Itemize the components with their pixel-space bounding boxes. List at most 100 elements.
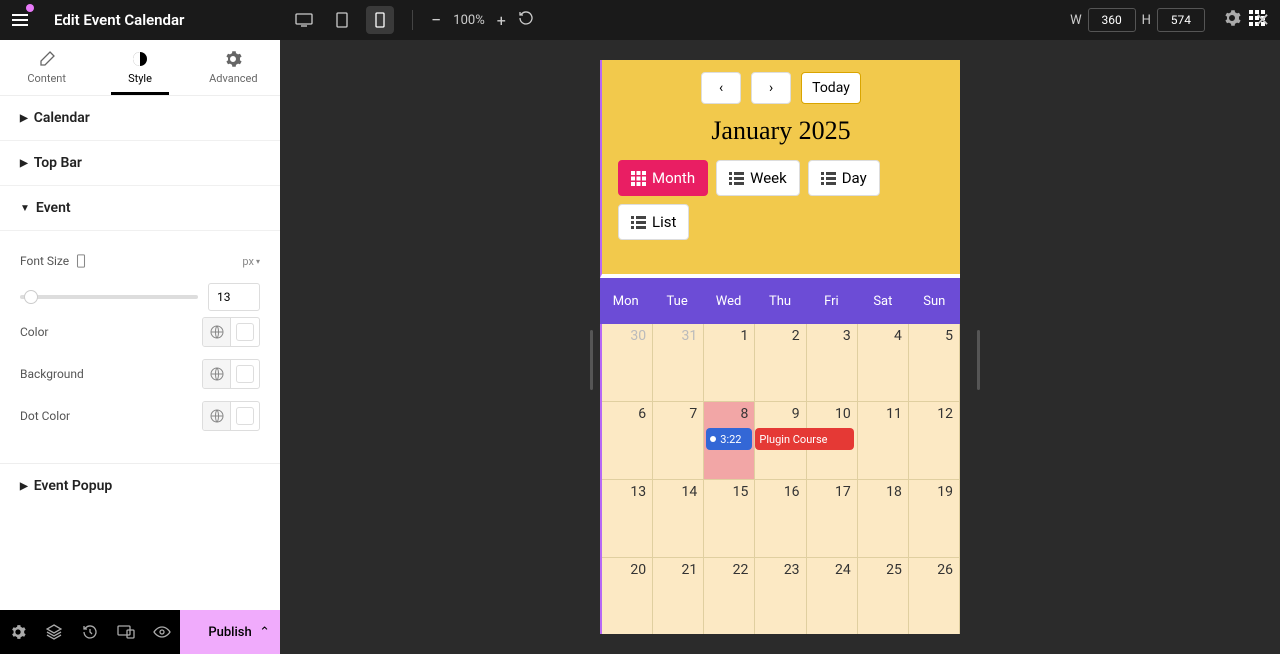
calendar-cell[interactable]: 23 xyxy=(755,558,806,634)
calendar-cell[interactable]: 4 xyxy=(858,324,909,402)
calendar-cell[interactable]: 16 xyxy=(755,480,806,558)
close-button[interactable]: ✕ xyxy=(1255,10,1270,31)
calendar-cell[interactable]: 25 xyxy=(858,558,909,634)
width-input[interactable] xyxy=(1088,8,1136,32)
section-calendar[interactable]: ▶Calendar xyxy=(0,96,280,141)
color-label: Color xyxy=(20,325,202,339)
calendar-cell[interactable]: 15 xyxy=(704,480,755,558)
desktop-device-button[interactable] xyxy=(290,6,318,34)
responsive-mode-button[interactable] xyxy=(108,610,144,654)
calendar-cell[interactable]: 3 xyxy=(807,324,858,402)
background-control[interactable] xyxy=(202,359,260,389)
event-pill[interactable]: Plugin Course xyxy=(755,428,853,450)
fontsize-label: Font Size xyxy=(20,254,69,268)
dotcolor-control[interactable] xyxy=(202,401,260,431)
calendar-cell[interactable]: 18 xyxy=(858,480,909,558)
calendar-cell[interactable]: 14 xyxy=(653,480,704,558)
unit-select[interactable]: px▾ xyxy=(242,255,260,268)
global-color-button[interactable] xyxy=(203,318,231,346)
settings-button[interactable] xyxy=(1223,9,1241,31)
zoom-in-button[interactable]: + xyxy=(497,11,506,30)
chevron-left-icon: ‹ xyxy=(719,80,723,96)
global-settings-button[interactable] xyxy=(0,610,36,654)
calendar-cell[interactable]: 30 xyxy=(602,324,653,402)
color-control[interactable] xyxy=(202,317,260,347)
tab-style[interactable]: Style xyxy=(93,40,186,95)
calendar-cell[interactable]: 31 xyxy=(653,324,704,402)
dotcolor-label: Dot Color xyxy=(20,409,202,423)
publish-button[interactable]: Publish ⌃ xyxy=(180,610,280,654)
responsive-icon xyxy=(75,254,87,268)
calendar-cell[interactable]: 1 xyxy=(704,324,755,402)
calendar-cell[interactable]: 6 xyxy=(602,402,653,480)
weekday-label: Tue xyxy=(651,278,702,324)
view-week-button[interactable]: Week xyxy=(716,160,800,196)
tab-advanced[interactable]: Advanced xyxy=(187,40,280,95)
device-preview: ‹ › Today January 2025 Month Week Day xyxy=(600,60,960,634)
list-icon xyxy=(821,171,836,186)
calendar-cell[interactable]: 2 xyxy=(755,324,806,402)
calendar-cell[interactable]: 7 xyxy=(653,402,704,480)
prev-month-button[interactable]: ‹ xyxy=(701,72,741,104)
list-icon xyxy=(631,215,646,230)
chevron-right-icon: ▶ xyxy=(20,113,28,124)
calendar-cell[interactable]: 20 xyxy=(602,558,653,634)
calendar-cell[interactable]: 17 xyxy=(807,480,858,558)
divider-icon xyxy=(412,10,413,30)
fontsize-input[interactable] xyxy=(208,283,260,311)
calendar-cell[interactable]: 21 xyxy=(653,558,704,634)
calendar-cell[interactable]: 26 xyxy=(909,558,960,634)
section-eventpopup[interactable]: ▶Event Popup xyxy=(0,464,280,508)
section-event[interactable]: ▼Event xyxy=(0,186,280,231)
navigator-button[interactable] xyxy=(36,610,72,654)
tab-content[interactable]: Content xyxy=(0,40,93,95)
calendar-cell[interactable]: 83:22 xyxy=(704,402,755,480)
weekday-label: Mon xyxy=(600,278,651,324)
calendar-cell[interactable]: 24 xyxy=(807,558,858,634)
fontsize-slider[interactable] xyxy=(20,295,198,299)
calendar-cell[interactable]: 22 xyxy=(704,558,755,634)
tab-advanced-label: Advanced xyxy=(209,72,257,85)
section-topbar-label: Top Bar xyxy=(34,155,82,171)
mobile-device-button[interactable] xyxy=(366,6,394,34)
weekday-label: Sat xyxy=(857,278,908,324)
dotcolor-swatch[interactable] xyxy=(231,402,259,430)
calendar-cell[interactable]: 12 xyxy=(909,402,960,480)
view-day-button[interactable]: Day xyxy=(808,160,880,196)
color-swatch[interactable] xyxy=(231,318,259,346)
list-icon xyxy=(729,171,744,186)
background-swatch[interactable] xyxy=(231,360,259,388)
height-input[interactable] xyxy=(1157,8,1205,32)
resize-handle-right[interactable] xyxy=(977,330,980,390)
section-topbar[interactable]: ▶Top Bar xyxy=(0,141,280,186)
calendar-cell[interactable]: 11 xyxy=(858,402,909,480)
zoom-reset-button[interactable] xyxy=(518,10,534,30)
calendar-cell[interactable]: 13 xyxy=(602,480,653,558)
unit-value: px xyxy=(242,255,254,268)
weekday-header: MonTueWedThuFriSatSun xyxy=(600,278,960,324)
zoom-out-button[interactable]: − xyxy=(431,10,441,31)
event-pill[interactable]: 3:22 xyxy=(706,428,752,450)
preview-button[interactable] xyxy=(144,610,180,654)
section-eventpopup-label: Event Popup xyxy=(34,478,113,494)
calendar-cell[interactable]: 19 xyxy=(909,480,960,558)
resize-handle-left[interactable] xyxy=(590,330,593,390)
next-month-button[interactable]: › xyxy=(751,72,791,104)
calendar-cell[interactable]: 9Plugin Course xyxy=(755,402,806,480)
global-color-button[interactable] xyxy=(203,402,231,430)
tablet-device-button[interactable] xyxy=(328,6,356,34)
chevron-right-icon: › xyxy=(769,80,773,96)
weekday-label: Sun xyxy=(909,278,960,324)
today-button[interactable]: Today xyxy=(801,72,861,104)
calendar-cell[interactable]: 5 xyxy=(909,324,960,402)
slider-thumb[interactable] xyxy=(24,290,38,304)
height-label: H xyxy=(1142,13,1151,28)
global-color-button[interactable] xyxy=(203,360,231,388)
main-menu-button[interactable] xyxy=(8,8,32,32)
view-list-button[interactable]: List xyxy=(618,204,689,240)
view-month-button[interactable]: Month xyxy=(618,160,708,196)
zoom-value: 100% xyxy=(453,13,484,28)
history-button[interactable] xyxy=(72,610,108,654)
tab-style-label: Style xyxy=(128,72,152,85)
chevron-up-icon[interactable]: ⌃ xyxy=(259,625,270,640)
